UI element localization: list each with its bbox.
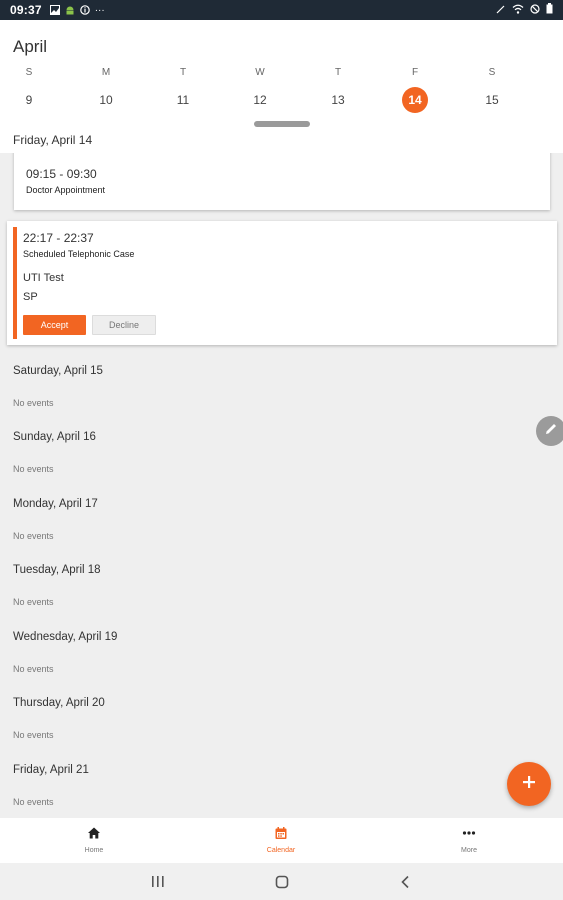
event-accent-bar (13, 227, 17, 339)
back-icon[interactable] (400, 875, 410, 894)
pencil-icon (543, 421, 559, 442)
day-of-week-label: T (179, 67, 187, 78)
day-number: 11 (176, 93, 190, 107)
android-icon (65, 5, 75, 15)
events-list[interactable]: 09:15 - 09:30 Doctor Appointment 22:17 -… (0, 153, 563, 818)
image-notification-icon (49, 5, 60, 15)
nav-more-label: More (461, 847, 477, 854)
do-not-disturb-icon (530, 3, 540, 17)
day-number: 13 (331, 93, 345, 107)
calendar-header: April S 9 M 10 T 11 W 12 T 13 F 14 S 15 (0, 20, 563, 153)
event-card[interactable]: 09:15 - 09:30 Doctor Appointment (14, 153, 550, 210)
no-events-text: No events (13, 531, 54, 541)
no-events-text: No events (13, 797, 54, 807)
status-time: 09:37 (10, 3, 42, 17)
event-title: Doctor Appointment (26, 185, 106, 195)
day-section-label: Tuesday, April 18 (13, 564, 101, 576)
day-section-label: Wednesday, April 19 (13, 631, 118, 643)
day-friday-14-selected[interactable]: F 14 (395, 67, 435, 113)
day-section: Friday, April 21 No events (13, 764, 553, 807)
event-card-pending[interactable]: 22:17 - 22:37 Scheduled Telephonic Case … (7, 221, 557, 345)
day-section-label: Saturday, April 15 (13, 365, 103, 377)
plus-icon (522, 775, 536, 794)
nav-home-label: Home (84, 847, 104, 854)
day-number: 12 (253, 93, 267, 107)
no-events-text: No events (13, 597, 54, 607)
no-events-text: No events (13, 730, 54, 740)
day-saturday-15[interactable]: S 15 (472, 67, 512, 113)
day-section: Sunday, April 16 No events (13, 431, 553, 474)
accept-button[interactable]: Accept (23, 315, 86, 335)
day-monday-10[interactable]: M 10 (86, 67, 126, 113)
edit-button[interactable] (536, 416, 563, 446)
edit-pen-icon (496, 3, 506, 17)
day-number: 10 (99, 93, 113, 107)
no-events-text: No events (13, 398, 54, 408)
day-section-label: Thursday, April 20 (13, 697, 105, 709)
day-section: Tuesday, April 18 No events (13, 564, 553, 607)
day-of-week-label: W (255, 67, 265, 78)
day-wednesday-12[interactable]: W 12 (240, 67, 280, 113)
event-initials: SP (23, 291, 38, 303)
nav-home[interactable]: Home (34, 818, 154, 863)
day-section: Thursday, April 20 No events (13, 697, 553, 740)
day-section: Monday, April 17 No events (13, 498, 553, 541)
day-of-week-label: S (488, 67, 496, 78)
day-section-label: Sunday, April 16 (13, 431, 96, 443)
selected-date-label: Friday, April 14 (13, 133, 93, 147)
decline-button[interactable]: Decline (92, 315, 156, 335)
day-section: Wednesday, April 19 No events (13, 631, 553, 674)
no-events-text: No events (13, 664, 54, 674)
day-sunday-9[interactable]: S 9 (9, 67, 49, 113)
calendar-icon (274, 826, 288, 840)
battery-icon (546, 3, 553, 17)
day-thursday-13[interactable]: T 13 (318, 67, 358, 113)
event-name: UTI Test (23, 272, 64, 284)
month-title: April (13, 37, 48, 56)
no-events-text: No events (13, 464, 54, 474)
day-of-week-label: T (334, 67, 342, 78)
day-of-week-label: F (411, 67, 419, 78)
expand-handle[interactable] (254, 121, 310, 127)
status-bar: 09:37 ··· (0, 0, 563, 20)
day-tuesday-11[interactable]: T 11 (163, 67, 203, 113)
day-of-week-label: S (25, 67, 33, 78)
home-icon (87, 826, 101, 840)
day-number: 15 (485, 93, 499, 107)
recent-apps-icon[interactable] (151, 875, 165, 893)
event-time: 09:15 - 09:30 (26, 167, 97, 181)
info-icon (79, 5, 90, 15)
wifi-icon (512, 3, 524, 17)
day-section: Saturday, April 15 No events (13, 365, 553, 408)
home-system-icon[interactable] (275, 875, 289, 894)
nav-calendar[interactable]: Calendar (221, 818, 341, 863)
status-more: ··· (94, 4, 105, 16)
system-navigation-bar (0, 863, 563, 900)
event-title: Scheduled Telephonic Case (23, 249, 135, 259)
day-of-week-label: M (101, 67, 111, 78)
day-section-label: Monday, April 17 (13, 498, 98, 510)
nav-calendar-label: Calendar (266, 847, 296, 854)
nav-more[interactable]: More (409, 818, 529, 863)
day-section-label: Friday, April 21 (13, 764, 89, 776)
add-event-button[interactable] (507, 762, 551, 806)
bottom-navigation: Home Calendar More (0, 818, 563, 863)
day-number: 9 (25, 93, 33, 107)
event-time: 22:17 - 22:37 (23, 231, 94, 245)
more-icon (462, 826, 476, 840)
day-number: 14 (402, 87, 428, 113)
